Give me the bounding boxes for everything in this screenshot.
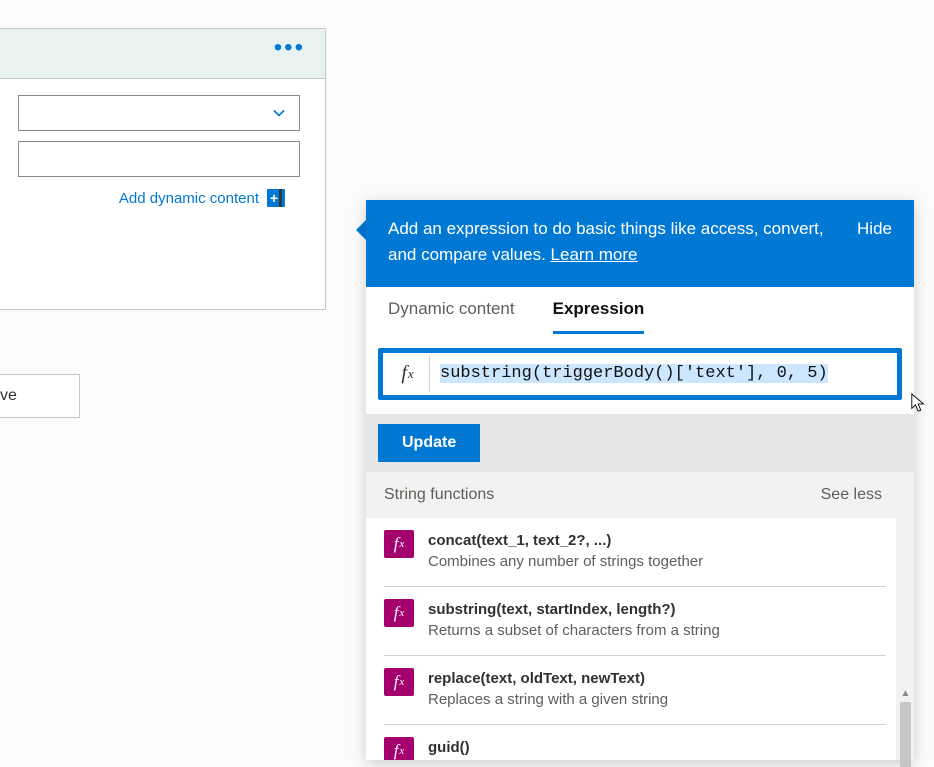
hide-link[interactable]: Hide (857, 216, 892, 242)
plus-icon: + (267, 189, 285, 207)
functions-section-header: String functions See less (366, 472, 914, 518)
scrollbar[interactable]: ▲ (896, 492, 914, 760)
tab-dynamic-content[interactable]: Dynamic content (388, 299, 515, 334)
fx-badge-icon: fx (384, 530, 414, 558)
function-description: Replaces a string with a given string (428, 689, 668, 710)
scroll-up-icon[interactable]: ▲ (900, 688, 911, 699)
function-text: guid() (428, 737, 470, 760)
function-item[interactable]: fx guid() (384, 725, 886, 760)
add-dynamic-content-label: Add dynamic content (119, 190, 259, 207)
fx-badge-icon: fx (384, 668, 414, 696)
update-row: Update (366, 414, 914, 472)
fx-badge-icon: fx (384, 737, 414, 760)
function-text: concat(text_1, text_2?, ...)Combines any… (428, 530, 703, 572)
functions-list: fx concat(text_1, text_2?, ...)Combines a… (366, 518, 914, 760)
learn-more-link[interactable]: Learn more (551, 245, 638, 264)
see-less-link[interactable]: See less (821, 486, 882, 504)
function-description: Combines any number of strings together (428, 551, 703, 572)
function-signature: substring(text, startIndex, length?) (428, 599, 720, 620)
save-button-label: ve (0, 387, 17, 405)
update-button[interactable]: Update (378, 424, 480, 462)
function-item[interactable]: fx concat(text_1, text_2?, ...)Combines a… (384, 518, 886, 587)
functions-section-title: String functions (384, 486, 494, 504)
function-item[interactable]: fx substring(text, startIndex, length?)Re… (384, 587, 886, 656)
expression-input[interactable] (430, 358, 894, 389)
expression-panel: Add an expression to do basic things lik… (366, 200, 914, 760)
expression-editor-area: fx (366, 334, 914, 414)
chevron-down-icon (269, 103, 289, 123)
fx-badge-icon: fx (384, 599, 414, 627)
function-text: substring(text, startIndex, length?)Retu… (428, 599, 720, 641)
action-card: ••• Add dynamic content + (0, 28, 326, 310)
text-field[interactable] (18, 141, 300, 177)
function-description: Returns a subset of characters from a st… (428, 620, 720, 641)
panel-header-message: Add an expression to do basic things lik… (388, 216, 837, 269)
function-signature: guid() (428, 737, 470, 758)
tabs: Dynamic content Expression (366, 287, 914, 334)
function-signature: replace(text, oldText, newText) (428, 668, 668, 689)
tab-expression[interactable]: Expression (553, 299, 645, 334)
expression-frame: fx (378, 348, 902, 400)
dropdown-field[interactable] (18, 95, 300, 131)
panel-header: Add an expression to do basic things lik… (366, 200, 914, 287)
fx-icon: fx (386, 356, 430, 392)
save-button-fragment[interactable]: ve (0, 374, 80, 418)
function-signature: concat(text_1, text_2?, ...) (428, 530, 703, 551)
add-dynamic-content-row[interactable]: Add dynamic content + (0, 187, 305, 207)
scroll-thumb[interactable] (900, 702, 911, 767)
function-item[interactable]: fx replace(text, oldText, newText)Replace… (384, 656, 886, 725)
function-text: replace(text, oldText, newText)Replaces … (428, 668, 668, 710)
action-card-body: Add dynamic content + (0, 79, 325, 215)
action-card-header: ••• (0, 29, 325, 79)
